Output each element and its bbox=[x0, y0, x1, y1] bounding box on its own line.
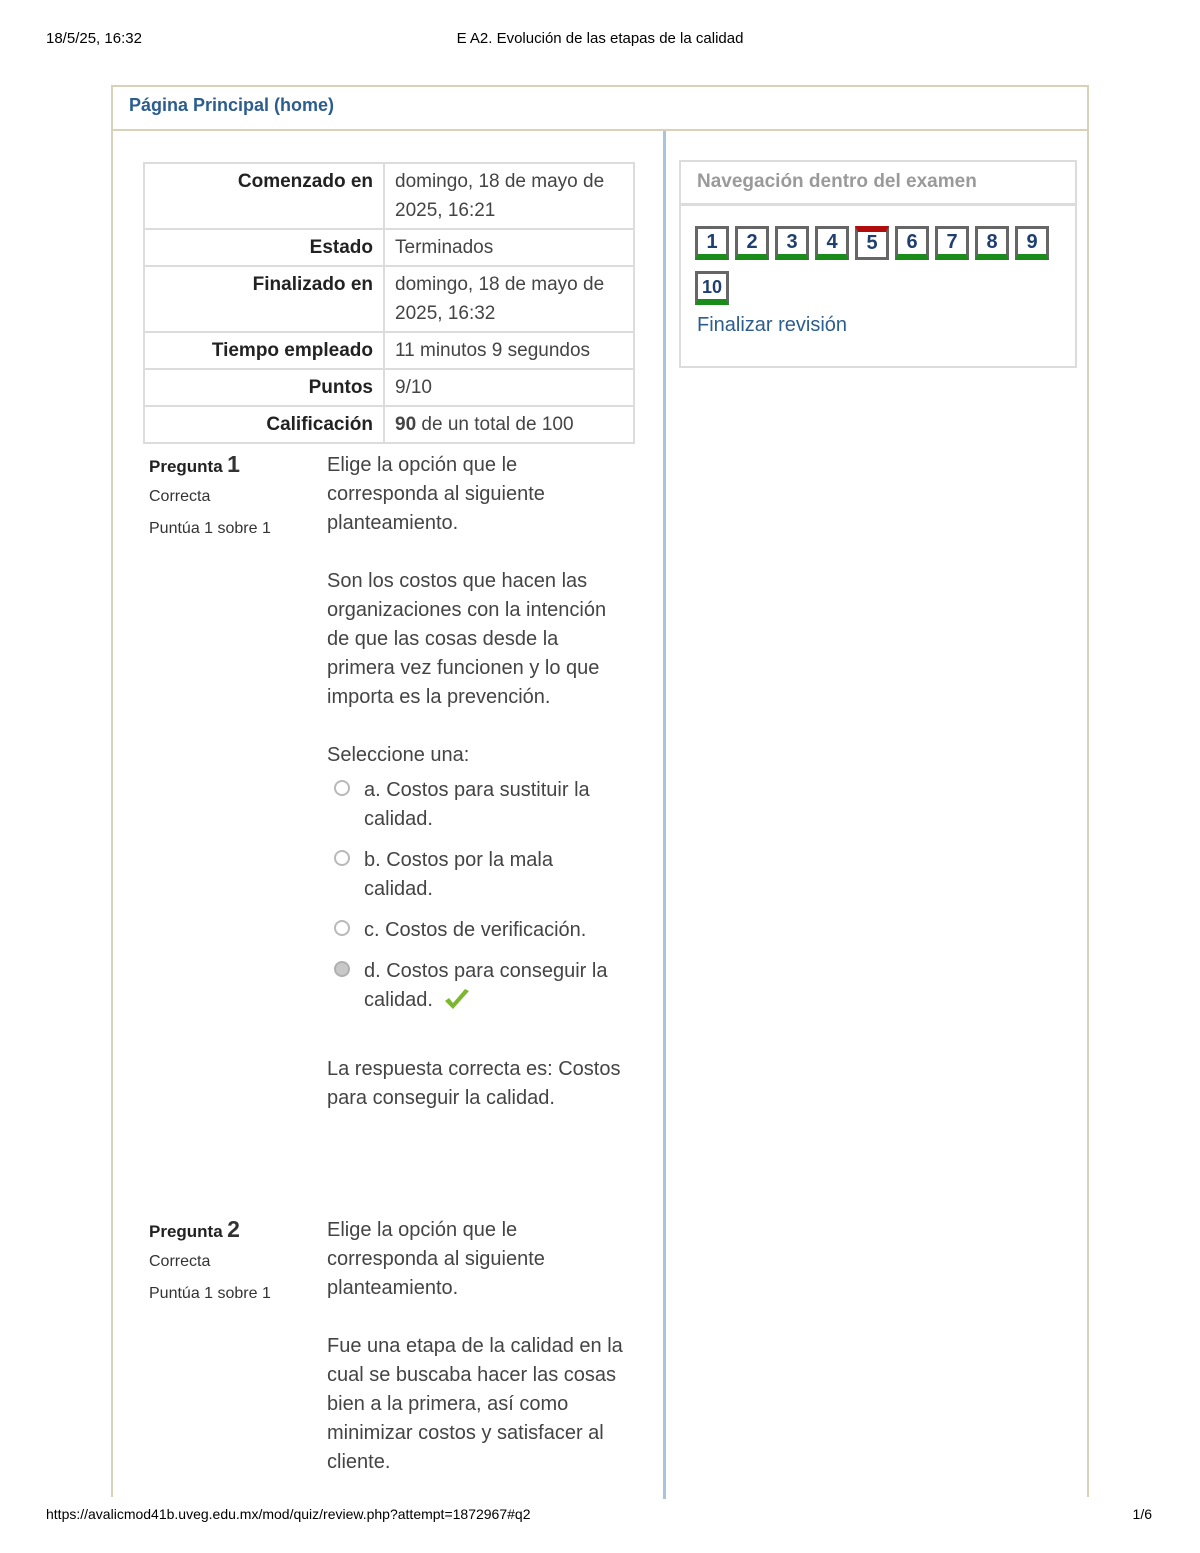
question-info: Pregunta 1 Correcta Puntúa 1 sobre 1 bbox=[149, 451, 309, 538]
nav-question-2[interactable]: 2 bbox=[735, 226, 769, 260]
finish-review-link[interactable]: Finalizar revisión bbox=[697, 314, 847, 337]
quiz-navigation-title: Navegación dentro del examen bbox=[681, 162, 1075, 206]
nav-question-5[interactable]: 5 bbox=[855, 226, 889, 260]
summary-row-points: Puntos 9/10 bbox=[143, 368, 635, 407]
question-info: Pregunta 2 Correcta Puntúa 1 sobre 1 bbox=[149, 1216, 309, 1303]
nav-question-1[interactable]: 1 bbox=[695, 226, 729, 260]
print-page-number: 1/6 bbox=[1132, 1506, 1152, 1522]
option-label: c. Costos de verificación. bbox=[364, 919, 587, 941]
radio-button-selected[interactable] bbox=[334, 961, 350, 977]
answer-option-a[interactable]: a. Costos para sustituir la calidad. bbox=[327, 776, 627, 834]
radio-button[interactable] bbox=[334, 920, 350, 936]
answer-option-d[interactable]: d. Costos para conseguir la calidad. bbox=[327, 957, 627, 1015]
summary-row-grade: Calificación 90 de un total de 100 bbox=[143, 405, 635, 444]
summary-row-state: Estado Terminados bbox=[143, 228, 635, 267]
summary-value: domingo, 18 de mayo de 2025, 16:21 bbox=[383, 162, 635, 230]
page-header: Página Principal (home) bbox=[113, 87, 1087, 131]
nav-question-4[interactable]: 4 bbox=[815, 226, 849, 260]
page-frame: Página Principal (home) Comenzado en dom… bbox=[111, 85, 1089, 1499]
question-state: Correcta bbox=[149, 488, 211, 505]
quiz-navigation-block: Navegación dentro del examen 1 2 3 4 5 6… bbox=[679, 160, 1077, 368]
question-number: 2 bbox=[227, 1216, 240, 1242]
summary-label: Puntos bbox=[143, 368, 385, 407]
summary-label: Calificación bbox=[143, 405, 385, 444]
summary-label: Estado bbox=[143, 228, 385, 267]
question-label: Pregunta bbox=[149, 457, 223, 476]
summary-value: 9/10 bbox=[383, 368, 635, 407]
question-statement: Fue una etapa de la calidad en la cual s… bbox=[327, 1335, 623, 1473]
grade-value: 90 bbox=[395, 414, 417, 435]
question-prompt: Elige la opción que le corresponda al si… bbox=[327, 454, 545, 534]
option-label: d. Costos para conseguir la calidad. bbox=[364, 960, 608, 1011]
summary-label: Tiempo empleado bbox=[143, 331, 385, 370]
nav-question-8[interactable]: 8 bbox=[975, 226, 1009, 260]
print-title: E A2. Evolución de las etapas de la cali… bbox=[456, 30, 744, 47]
question-marks: Puntúa 1 sobre 1 bbox=[149, 520, 271, 537]
summary-row-finished: Finalizado en domingo, 18 de mayo de 202… bbox=[143, 265, 635, 333]
option-label: a. Costos para sustituir la calidad. bbox=[364, 779, 590, 830]
nav-question-9[interactable]: 9 bbox=[1015, 226, 1049, 260]
attempt-summary-table: Comenzado en domingo, 18 de mayo de 2025… bbox=[143, 162, 635, 444]
select-label: Seleccione una: bbox=[327, 744, 470, 766]
question-prompt: Elige la opción que le corresponda al si… bbox=[327, 1219, 545, 1299]
summary-value: domingo, 18 de mayo de 2025, 16:32 bbox=[383, 265, 635, 333]
question-marks: Puntúa 1 sobre 1 bbox=[149, 1285, 271, 1302]
nav-question-6[interactable]: 6 bbox=[895, 226, 929, 260]
column-divider bbox=[663, 131, 666, 1499]
option-label: b. Costos por la mala calidad. bbox=[364, 849, 553, 900]
summary-value: Terminados bbox=[383, 228, 635, 267]
summary-label: Comenzado en bbox=[143, 162, 385, 230]
answer-option-c[interactable]: c. Costos de verificación. bbox=[327, 916, 627, 945]
radio-button[interactable] bbox=[334, 780, 350, 796]
question-content: Elige la opción que le corresponda al si… bbox=[327, 1216, 627, 1506]
summary-value: 90 de un total de 100 bbox=[383, 405, 635, 444]
question-number: 1 bbox=[227, 451, 240, 477]
summary-label: Finalizado en bbox=[143, 265, 385, 333]
answer-option-b[interactable]: b. Costos por la mala calidad. bbox=[327, 846, 627, 904]
nav-question-10[interactable]: 10 bbox=[695, 271, 729, 305]
home-link[interactable]: Página Principal (home) bbox=[129, 95, 334, 115]
question-label: Pregunta bbox=[149, 1222, 223, 1241]
nav-question-3[interactable]: 3 bbox=[775, 226, 809, 260]
nav-question-7[interactable]: 7 bbox=[935, 226, 969, 260]
correct-check-icon bbox=[444, 989, 469, 1009]
summary-value: 11 minutos 9 segundos bbox=[383, 331, 635, 370]
summary-row-time: Tiempo empleado 11 minutos 9 segundos bbox=[143, 331, 635, 370]
question-state: Correcta bbox=[149, 1253, 211, 1270]
radio-button[interactable] bbox=[334, 850, 350, 866]
question-content: Elige la opción que le corresponda al si… bbox=[327, 451, 627, 1113]
question-statement: Son los costos que hacen las organizacio… bbox=[327, 570, 607, 708]
summary-row-started: Comenzado en domingo, 18 de mayo de 2025… bbox=[143, 162, 635, 230]
grade-total: de un total de 100 bbox=[416, 414, 574, 435]
print-url: https://avalicmod41b.uveg.edu.mx/mod/qui… bbox=[46, 1506, 531, 1522]
right-answer: La respuesta correcta es: Costos para co… bbox=[327, 1058, 621, 1109]
